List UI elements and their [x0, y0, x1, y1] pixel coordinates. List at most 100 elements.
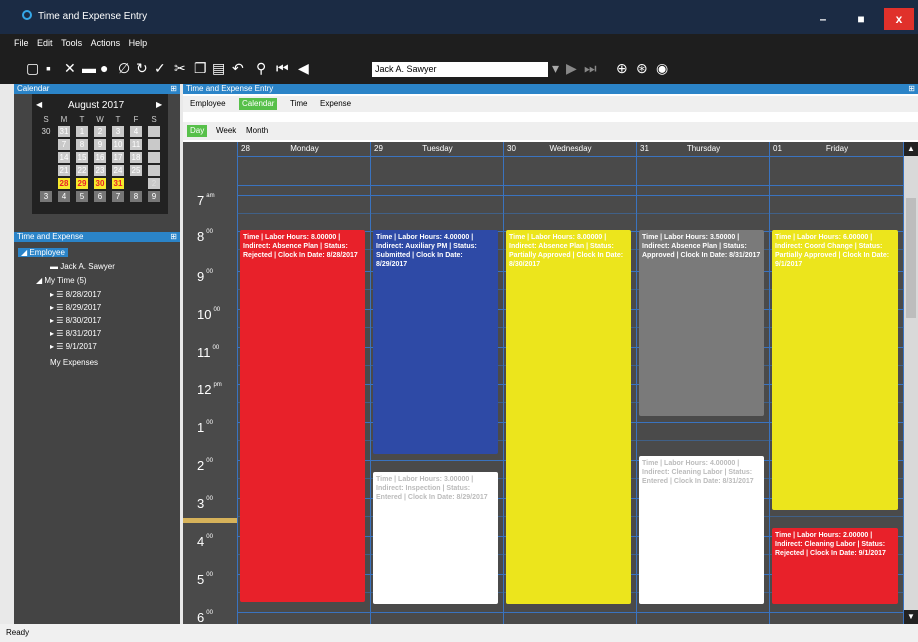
tree-employee[interactable]: ◢ Employee [18, 248, 68, 257]
tab-expense[interactable]: Expense [317, 98, 354, 110]
tree-date-item[interactable]: ▸ ☰ 9/1/2017 [50, 342, 97, 351]
calendar-day[interactable]: 14 [58, 152, 70, 163]
record-circle-icon[interactable]: ◉ [656, 60, 668, 76]
copy-icon[interactable]: ❐ [194, 60, 207, 76]
calendar-day[interactable]: 16 [94, 152, 106, 163]
calendar-day[interactable]: 3 [40, 191, 52, 202]
undo-icon[interactable]: ↶ [232, 60, 244, 76]
previous-month-icon[interactable]: ◀ [36, 100, 42, 109]
scroll-up-icon[interactable]: ▲ [904, 142, 918, 156]
calendar-day[interactable]: 7 [58, 139, 70, 150]
attach-icon[interactable]: ∅ [118, 60, 130, 76]
cut-icon[interactable]: ✂ [174, 60, 186, 76]
tab-employee[interactable]: Employee [187, 98, 229, 110]
calendar-day[interactable]: 3 [112, 126, 124, 137]
menu-edit[interactable]: Edit [37, 34, 53, 52]
menu-tools[interactable]: Tools [61, 34, 82, 52]
delete-icon[interactable]: ✕ [64, 60, 76, 76]
tree-date-item[interactable]: ▸ ☰ 8/31/2017 [50, 329, 101, 338]
calendar-day[interactable]: 21 [58, 165, 70, 176]
menu-file[interactable]: File [14, 34, 29, 52]
calendar-day[interactable] [148, 126, 160, 137]
view-week[interactable]: Week [213, 125, 239, 137]
find-icon[interactable]: ⚲ [256, 60, 266, 76]
appointment[interactable]: Time | Labor Hours: 3.50000 | Indirect: … [639, 230, 764, 416]
calendar-day[interactable] [40, 165, 52, 176]
appointment[interactable]: Time | Labor Hours: 8.00000 | Indirect: … [506, 230, 631, 604]
tree-my-time[interactable]: ◢ My Time (5) [36, 276, 87, 285]
calendar-day[interactable]: 29 [76, 178, 88, 189]
tree-user[interactable]: ▬ Jack A. Sawyer [50, 262, 115, 271]
view-day[interactable]: Day [187, 125, 208, 137]
vertical-scrollbar[interactable]: ▲ ▼ [904, 142, 918, 624]
tree-my-expenses[interactable]: My Expenses [50, 358, 98, 367]
appointment[interactable]: Time | Labor Hours: 4.00000 | Indirect: … [373, 230, 498, 454]
dropdown-icon[interactable]: ▾ [552, 60, 559, 76]
comment-icon[interactable]: ● [100, 60, 108, 76]
appointment[interactable]: Time | Labor Hours: 8.00000 | Indirect: … [240, 230, 365, 602]
calendar-day[interactable]: 10 [112, 139, 124, 150]
scroll-thumb[interactable] [906, 198, 916, 318]
appointment[interactable]: Time | Labor Hours: 4.00000 | Indirect: … [639, 456, 764, 604]
next-record-icon[interactable]: ▶ [566, 60, 577, 76]
calendar-day[interactable]: 30 [40, 126, 52, 137]
pin-icon[interactable]: ⊞ [908, 84, 915, 94]
calendar-day[interactable] [40, 178, 52, 189]
calendar-day[interactable]: 18 [130, 152, 142, 163]
tree-date-item[interactable]: ▸ ☰ 8/28/2017 [50, 290, 101, 299]
tab-time[interactable]: Time [287, 98, 310, 110]
calendar-day[interactable]: 9 [94, 139, 106, 150]
calendar-day[interactable]: 8 [130, 191, 142, 202]
new-icon[interactable]: ▢ [26, 60, 39, 76]
calendar-day[interactable]: 8 [76, 139, 88, 150]
calendar-day[interactable] [148, 152, 160, 163]
scroll-down-icon[interactable]: ▼ [904, 610, 918, 624]
appointment[interactable]: Time | Labor Hours: 3.00000 | Indirect: … [373, 472, 498, 604]
print-icon[interactable]: ▬ [82, 60, 96, 76]
previous-record-icon[interactable]: ◀ [298, 60, 309, 76]
tree-date-item[interactable]: ▸ ☰ 8/29/2017 [50, 303, 101, 312]
appointment[interactable]: Time | Labor Hours: 2.00000 | Indirect: … [772, 528, 898, 604]
paste-icon[interactable]: ▤ [212, 60, 225, 76]
calendar-day[interactable]: 24 [112, 165, 124, 176]
calendar-day[interactable]: 30 [94, 178, 106, 189]
save-icon[interactable]: ▪ [46, 60, 51, 76]
calendar-day[interactable]: 28 [58, 178, 70, 189]
menu-help[interactable]: Help [129, 34, 148, 52]
calendar-day[interactable] [148, 165, 160, 176]
calendar-day[interactable]: 17 [112, 152, 124, 163]
calendar-day[interactable]: 1 [76, 126, 88, 137]
calendar-day[interactable] [148, 139, 160, 150]
calendar-day[interactable] [130, 178, 142, 189]
calendar-day[interactable]: 7 [112, 191, 124, 202]
check-icon[interactable]: ✓ [154, 60, 166, 76]
maximize-button[interactable]: ■ [846, 8, 876, 30]
calendar-day[interactable]: 31 [58, 126, 70, 137]
calendar-day[interactable]: 9 [148, 191, 160, 202]
menu-actions[interactable]: Actions [91, 34, 121, 52]
calendar-day[interactable]: 25 [130, 165, 142, 176]
refresh-icon[interactable]: ↻ [136, 60, 148, 76]
next-month-icon[interactable]: ▶ [156, 100, 162, 109]
pin-icon[interactable]: ⊞ [170, 232, 177, 242]
calendar-day[interactable]: 4 [58, 191, 70, 202]
view-month[interactable]: Month [243, 125, 271, 137]
calendar-day[interactable]: 15 [76, 152, 88, 163]
calendar-day[interactable]: 23 [94, 165, 106, 176]
tab-calendar[interactable]: Calendar [239, 98, 278, 110]
calendar-day[interactable]: 31 [112, 178, 124, 189]
calendar-day[interactable]: 5 [76, 191, 88, 202]
calendar-day[interactable]: 2 [94, 126, 106, 137]
appointment[interactable]: Time | Labor Hours: 6.00000 | Indirect: … [772, 230, 898, 510]
calendar-day[interactable]: 4 [130, 126, 142, 137]
calendar-day[interactable] [40, 139, 52, 150]
calendar-day[interactable]: 2 [148, 178, 160, 189]
last-record-icon[interactable]: ⏭ [584, 60, 597, 76]
add-circle-icon[interactable]: ⊕ [616, 60, 628, 76]
pin-icon[interactable]: ⊞ [170, 84, 177, 94]
calendar-day[interactable] [40, 152, 52, 163]
close-button[interactable]: x [884, 8, 914, 30]
minimize-button[interactable]: – [808, 8, 838, 30]
user-field[interactable]: Jack A. Sawyer [372, 62, 548, 77]
tree-date-item[interactable]: ▸ ☰ 8/30/2017 [50, 316, 101, 325]
